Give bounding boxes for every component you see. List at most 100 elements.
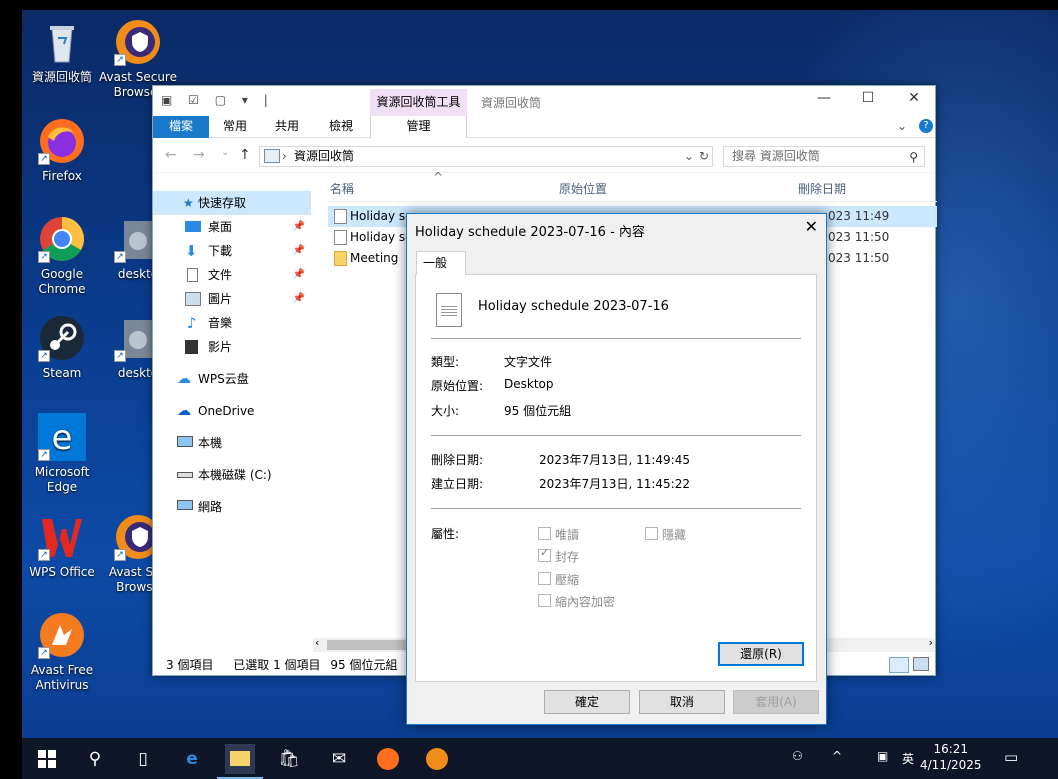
store-icon[interactable]: 🛍 xyxy=(274,744,304,774)
desktop-icon-recycle-bin[interactable]: 資源回收筒 xyxy=(22,18,102,85)
tab-share[interactable]: 共用 xyxy=(265,116,309,138)
file-name: Holiday schedule 2023-07-16 xyxy=(478,299,669,314)
created-value: 2023年7月13日, 11:45:22 xyxy=(539,477,690,491)
scroll-right-icon[interactable]: › xyxy=(929,636,933,649)
star-icon: ★ xyxy=(183,196,194,210)
nav-label: WPS云盘 xyxy=(198,372,249,386)
nav-item-onedrive[interactable]: ☁ OneDrive xyxy=(153,399,311,423)
start-icon[interactable] xyxy=(32,744,62,774)
desktop-icon-edge[interactable]: e ↗ Microsoft Edge xyxy=(22,413,102,495)
divider xyxy=(431,338,801,339)
nav-item-documents[interactable]: 文件 📌 xyxy=(153,263,311,287)
nav-label: 影片 xyxy=(208,340,233,354)
refresh-icon[interactable]: ↻ xyxy=(699,147,709,166)
people-icon[interactable]: ⚇ xyxy=(792,749,803,763)
nav-label: 下載 xyxy=(208,244,233,258)
nav-item-network[interactable]: 網路 xyxy=(153,495,311,519)
tab-file[interactable]: 檔案 xyxy=(153,116,209,138)
ime-indicator[interactable]: 英 xyxy=(902,750,914,767)
chrome-icon: ↗ xyxy=(38,215,86,263)
edge-icon[interactable]: e xyxy=(177,744,207,774)
firefox-icon[interactable] xyxy=(373,744,403,774)
search-icon[interactable]: ⚲ xyxy=(80,744,110,774)
compress-checkbox[interactable]: 壓縮 xyxy=(538,571,579,588)
nav-label: 音樂 xyxy=(208,316,233,330)
onedrive-icon: ☁ xyxy=(177,403,191,419)
avast-browser-icon[interactable] xyxy=(422,744,452,774)
type-value: 文字文件 xyxy=(504,355,553,369)
nav-item-quick-access[interactable]: ★ 快速存取 xyxy=(153,191,311,215)
close-icon[interactable]: ✕ xyxy=(805,217,818,236)
address-dropdown-icon[interactable]: ⌄ xyxy=(684,147,694,166)
nav-item-desktop[interactable]: 桌面 📌 xyxy=(153,215,311,239)
nav-item-videos[interactable]: 影片 xyxy=(153,335,311,359)
desktop-icon-label: Firefox xyxy=(42,169,82,183)
tab-general[interactable]: 一般 xyxy=(416,251,466,275)
close-icon[interactable]: ✕ xyxy=(899,90,929,106)
title-bar: ▣ ☑ ▢ ▾ | 資源回收筒工具 資源回收筒 — ☐ ✕ xyxy=(153,86,935,116)
column-date-deleted[interactable]: 刪除日期 xyxy=(798,180,846,197)
quick-access-toolbar[interactable]: ▣ ☑ ▢ ▾ | xyxy=(161,93,274,107)
desktop-icon-chrome[interactable]: ↗ Google Chrome xyxy=(22,215,102,297)
recycle-bin-icon xyxy=(38,18,86,66)
file-name: Meeting xyxy=(350,251,399,265)
size-value: 95 個位元組 xyxy=(504,404,572,418)
file-explorer-icon[interactable] xyxy=(217,744,263,779)
restore-button[interactable]: 還原(R) xyxy=(718,642,804,666)
minimize-icon[interactable]: — xyxy=(809,90,839,106)
deleted-value: 2023年7月13日, 11:49:45 xyxy=(539,453,690,467)
desktop-icon-firefox[interactable]: ↗ Firefox xyxy=(22,117,102,184)
status-selected: 已選取 1 個項目 xyxy=(233,658,321,672)
mail-icon[interactable]: ✉ xyxy=(324,744,354,774)
hidden-checkbox[interactable]: 隱藏 xyxy=(645,526,686,543)
recycle-bin-icon xyxy=(264,149,280,163)
task-view-icon[interactable]: ▯ xyxy=(128,744,158,774)
scroll-left-icon[interactable]: ‹ xyxy=(315,636,319,649)
window-title: 資源回收筒 xyxy=(481,96,542,110)
readonly-checkbox[interactable]: 唯讀 xyxy=(538,526,579,543)
up-icon[interactable]: ↑ xyxy=(239,147,251,163)
desktop-icon-steam[interactable]: ↗ Steam xyxy=(22,314,102,381)
desktop-icon-label: Chrome xyxy=(38,282,86,296)
computer-icon xyxy=(177,436,193,447)
column-name[interactable]: 名稱 xyxy=(330,180,354,197)
archive-checkbox[interactable]: 封存 xyxy=(538,546,579,565)
nav-item-local-disk[interactable]: 本機磁碟 (C:) xyxy=(153,463,311,487)
context-tab-recycle-bin-tools[interactable]: 資源回收筒工具 xyxy=(370,89,467,116)
ribbon-expand-icon[interactable]: ⌄ xyxy=(897,119,907,133)
show-hidden-icons-icon[interactable]: ^ xyxy=(832,749,842,763)
apply-button[interactable]: 套用(A) xyxy=(733,690,819,714)
text-file-icon xyxy=(334,209,347,224)
recent-chevron-icon[interactable]: ⌄ xyxy=(221,147,229,158)
divider xyxy=(431,435,801,436)
column-original-location[interactable]: 原始位置 xyxy=(559,180,607,197)
encrypt-checkbox[interactable]: 縮內容加密 xyxy=(538,593,615,610)
nav-item-downloads[interactable]: ⬇ 下載 📌 xyxy=(153,239,311,263)
steam-icon: ↗ xyxy=(38,314,86,362)
ok-button[interactable]: 確定 xyxy=(544,690,630,714)
large-icons-view-icon[interactable] xyxy=(913,657,929,671)
desktop-icon-avast-antivirus[interactable]: ↗ Avast Free Antivirus xyxy=(22,611,102,693)
tab-home[interactable]: 常用 xyxy=(213,116,257,138)
back-icon[interactable]: ← xyxy=(165,147,177,163)
help-icon[interactable]: ? xyxy=(919,119,933,133)
nav-item-music[interactable]: ♪ 音樂 xyxy=(153,311,311,335)
nav-item-wps-cloud[interactable]: ☁ WPS云盘 xyxy=(153,367,311,391)
clock[interactable]: 16:21 4/11/2025 xyxy=(920,741,982,773)
nav-item-this-pc[interactable]: 本機 xyxy=(153,431,311,455)
desktop-icon-label: 資源回收筒 xyxy=(31,70,92,84)
details-view-icon[interactable] xyxy=(889,657,909,673)
tab-view[interactable]: 檢視 xyxy=(319,116,363,138)
folder-icon xyxy=(334,251,347,266)
desktop-icon-wps[interactable]: ↗ WPS Office xyxy=(22,513,102,580)
search-input[interactable]: 搜尋 資源回收筒 ⚲ xyxy=(723,146,925,167)
tab-manage[interactable]: 管理 xyxy=(370,116,467,138)
cancel-button[interactable]: 取消 xyxy=(639,690,725,714)
nav-item-pictures[interactable]: 圖片 📌 xyxy=(153,287,311,311)
music-icon: ♪ xyxy=(187,314,197,332)
notification-icon[interactable]: ▭ xyxy=(1004,748,1018,766)
maximize-icon[interactable]: ☐ xyxy=(853,90,883,106)
address-bar[interactable]: › 資源回收筒 ⌄ ↻ xyxy=(259,146,713,167)
forward-icon[interactable]: → xyxy=(193,147,205,163)
network-icon[interactable]: ▣ xyxy=(877,749,888,763)
